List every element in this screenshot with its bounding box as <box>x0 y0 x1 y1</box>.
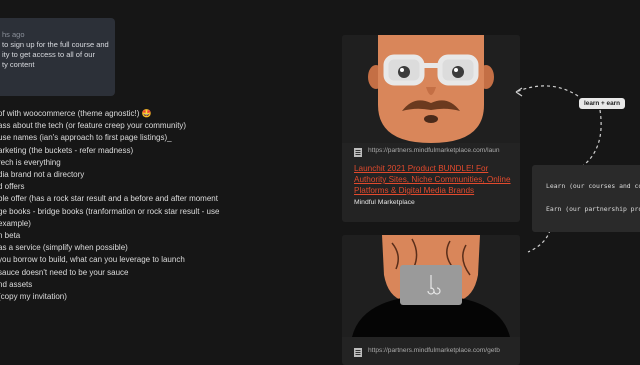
code-line-learn: Learn (our courses and co <box>546 182 640 190</box>
code-line-earn: Earn (our partnership pro <box>546 205 640 213</box>
code-card[interactable]: Learn (our courses and co Earn (our part… <box>532 165 640 232</box>
tag-learn-earn[interactable]: learn + earn <box>579 98 626 109</box>
